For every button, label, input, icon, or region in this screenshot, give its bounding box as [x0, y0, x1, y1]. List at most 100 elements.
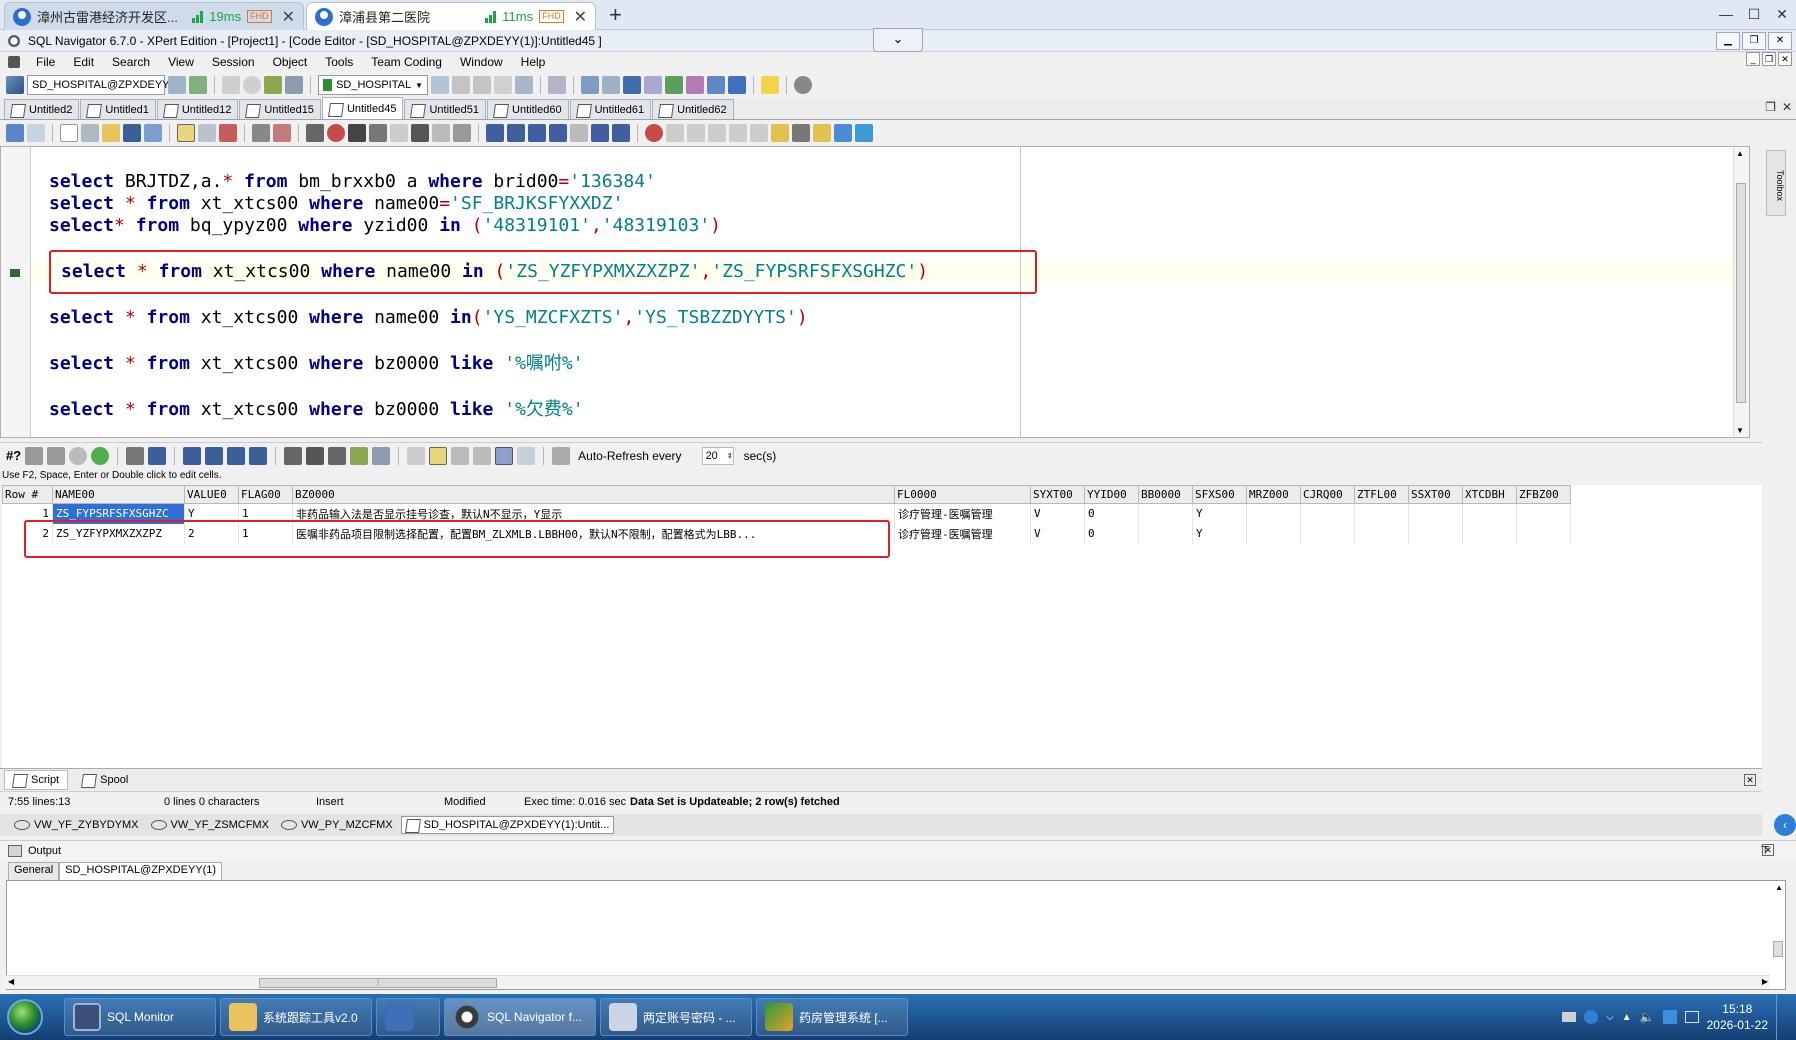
- browser-tab-2[interactable]: 漳浦县第二医院 11ms FHD ✕: [306, 2, 596, 30]
- filter-icon[interactable]: [25, 446, 44, 465]
- output-content[interactable]: ▲: [6, 880, 1786, 990]
- tool-icon[interactable]: [855, 124, 873, 142]
- window-tab-3[interactable]: VW_PY_MZCFMX: [277, 818, 397, 832]
- scroll-up-icon[interactable]: ▲: [1736, 149, 1744, 158]
- format-icon[interactable]: [453, 124, 471, 142]
- grid-cell[interactable]: [1246, 523, 1301, 544]
- column-header[interactable]: YYID00: [1084, 485, 1139, 504]
- window-icon[interactable]: [548, 76, 566, 94]
- doc-tab-untitled60[interactable]: Untitled60: [487, 99, 569, 119]
- cancel-edit-icon[interactable]: [372, 446, 391, 465]
- output-horizontal-scrollbar[interactable]: ◀ ⦙ ▶: [6, 975, 1770, 989]
- code-editor[interactable]: select BRJTDZ,a.* from bm_brxxb0 a where…: [0, 146, 1750, 438]
- grid-cell[interactable]: [1408, 523, 1463, 544]
- toolbox-panel-tab[interactable]: Toolbox: [1766, 150, 1786, 216]
- grid-cell[interactable]: [1246, 503, 1301, 524]
- scroll-thumb[interactable]: ⦙: [259, 978, 497, 988]
- next-record-icon[interactable]: [227, 446, 246, 465]
- tool-icon[interactable]: [834, 124, 852, 142]
- grid-icon[interactable]: [494, 76, 512, 94]
- grid-cell[interactable]: [1354, 523, 1409, 544]
- grid-cell[interactable]: 诊疗管理-医嘱管理: [894, 503, 1031, 524]
- close-tab-icon[interactable]: ✕: [574, 7, 587, 27]
- column-header[interactable]: BB0000: [1138, 485, 1193, 504]
- menu-session[interactable]: Session: [210, 55, 257, 69]
- security-icon[interactable]: [1662, 1010, 1677, 1024]
- scroll-thumb[interactable]: [1736, 183, 1746, 403]
- doc-tab-untitled12[interactable]: Untitled12: [156, 99, 239, 119]
- grid-cell[interactable]: 0: [1084, 523, 1139, 544]
- close-tab-icon[interactable]: ✕: [282, 7, 295, 27]
- disconnect-icon[interactable]: [168, 76, 186, 94]
- execute-icon[interactable]: [306, 124, 324, 142]
- grid-cell[interactable]: [1138, 523, 1193, 544]
- mdi-minimize-icon[interactable]: _: [1746, 52, 1760, 66]
- prev-record-icon[interactable]: [205, 446, 224, 465]
- doc-tab-untitled61[interactable]: Untitled61: [569, 99, 652, 119]
- tool-icon[interactable]: [728, 76, 746, 94]
- mid-icon[interactable]: [473, 446, 492, 465]
- db-navigator-icon[interactable]: [431, 76, 449, 94]
- grid-cell[interactable]: [1300, 503, 1355, 524]
- save-all-icon[interactable]: [144, 124, 162, 142]
- taskbar-trace-tool[interactable]: 系统跟踪工具v2.0: [220, 998, 372, 1036]
- print-icon[interactable]: [126, 446, 145, 465]
- open-folder-icon[interactable]: [102, 124, 120, 142]
- tool-icon[interactable]: [432, 124, 450, 142]
- doc-tab-untitled51[interactable]: Untitled51: [404, 99, 487, 119]
- taskbar-password-doc[interactable]: 两定账号密码 - ...: [600, 998, 752, 1036]
- column-header[interactable]: SFXS00: [1192, 485, 1247, 504]
- column-header[interactable]: MRZ000: [1246, 485, 1301, 504]
- grid-cell[interactable]: V: [1030, 503, 1085, 524]
- remove-record-icon[interactable]: [328, 446, 347, 465]
- null-icon[interactable]: [451, 446, 470, 465]
- layout-icon[interactable]: [198, 124, 216, 142]
- tool-icon[interactable]: [750, 124, 768, 142]
- column-header[interactable]: FL0000: [894, 485, 1031, 504]
- explain-icon[interactable]: [411, 124, 429, 142]
- menu-tools[interactable]: Tools: [323, 55, 355, 69]
- back-icon[interactable]: [6, 124, 24, 142]
- save-icon[interactable]: [148, 446, 167, 465]
- scroll-left-icon[interactable]: ◀: [8, 977, 14, 986]
- browser-tab-1[interactable]: 漳州古雷港经济开发区... 19ms FHD ✕: [4, 2, 304, 30]
- spinner-icon[interactable]: ⇕: [727, 452, 733, 460]
- menu-window[interactable]: Window: [458, 55, 505, 69]
- tool-icon[interactable]: [644, 76, 662, 94]
- grid-cell[interactable]: [1300, 523, 1355, 544]
- last-record-icon[interactable]: [249, 446, 268, 465]
- default-icon[interactable]: [429, 446, 448, 465]
- menu-search[interactable]: Search: [110, 55, 152, 69]
- taskbar-pharmacy-system[interactable]: 药房管理系统 [...: [756, 998, 908, 1036]
- schema-select[interactable]: SD_HOSPITAL ▼: [318, 75, 428, 95]
- delete-record-icon[interactable]: [306, 446, 325, 465]
- step-icon[interactable]: [591, 124, 609, 142]
- grid-cell[interactable]: 诊疗管理-医嘱管理: [894, 523, 1031, 544]
- grid-cell[interactable]: Y: [1192, 503, 1247, 524]
- output-tab-general[interactable]: General: [8, 862, 60, 880]
- new-file-icon[interactable]: [60, 124, 78, 142]
- tool-icon[interactable]: [771, 124, 789, 142]
- forward-icon[interactable]: [27, 124, 45, 142]
- show-desktop-button[interactable]: [1776, 994, 1786, 1040]
- cancel-icon[interactable]: [69, 446, 88, 465]
- code-editor-icon[interactable]: [623, 76, 641, 94]
- grid-cell[interactable]: V: [1030, 523, 1085, 544]
- tab-script[interactable]: Script: [4, 769, 69, 790]
- grid-cell[interactable]: [1516, 503, 1571, 524]
- grid-cell[interactable]: [1516, 523, 1571, 544]
- menu-team-coding[interactable]: Team Coding: [369, 55, 444, 69]
- restore-icon[interactable]: ❐: [1742, 32, 1766, 50]
- next-icon[interactable]: [549, 124, 567, 142]
- doc-tab-close-icon[interactable]: ✕: [1782, 100, 1792, 114]
- network-icon[interactable]: ⌵: [1606, 1012, 1614, 1023]
- tool-icon[interactable]: [686, 76, 704, 94]
- column-header[interactable]: FLAG00: [238, 485, 293, 504]
- doc-tab-restore-icon[interactable]: ❐: [1765, 100, 1776, 114]
- filter-icon[interactable]: [252, 124, 270, 142]
- tool-icon[interactable]: [792, 124, 810, 142]
- clear-filter-icon[interactable]: [273, 124, 291, 142]
- rollback-icon[interactable]: [285, 76, 303, 94]
- column-header[interactable]: BZ0000: [292, 485, 895, 504]
- column-header[interactable]: SYXT00: [1030, 485, 1085, 504]
